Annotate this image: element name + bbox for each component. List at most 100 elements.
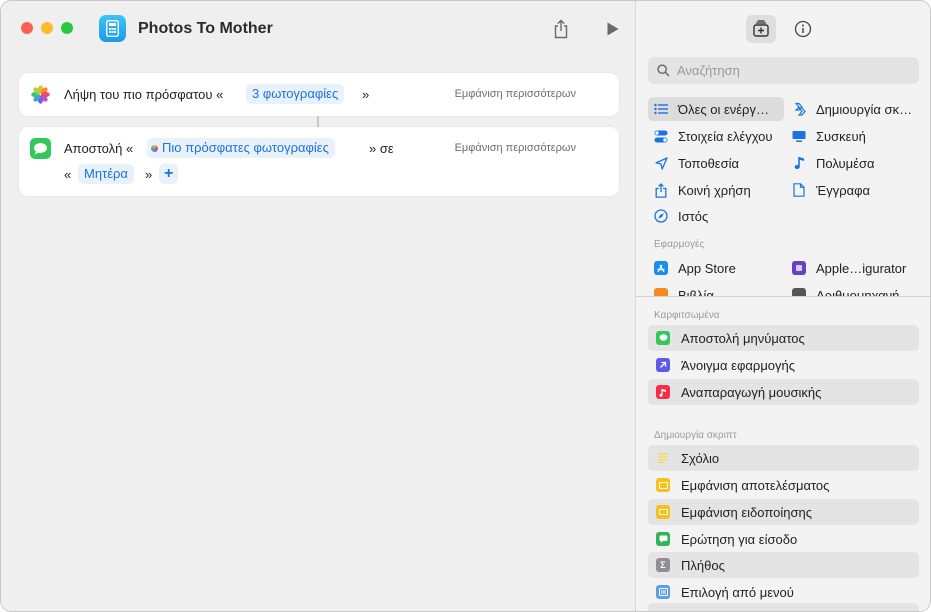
window-title: Photos To Mother bbox=[138, 20, 273, 37]
action-text: » bbox=[145, 167, 153, 182]
category-label: Έγγραφα bbox=[816, 182, 871, 198]
shortcut-icon[interactable] bbox=[99, 15, 126, 42]
music-note-icon bbox=[792, 156, 806, 170]
app-books[interactable]: Βιβλία bbox=[654, 283, 714, 296]
category-all-actions[interactable]: Όλες οι ενέργ… bbox=[648, 97, 784, 121]
tab-details[interactable] bbox=[788, 15, 818, 43]
photos-small-icon bbox=[151, 145, 158, 152]
recipient-token[interactable]: Μητέρα bbox=[78, 164, 134, 184]
action-text: » bbox=[362, 87, 370, 102]
action-text: Λήψη του πιο πρόσφατου « bbox=[64, 87, 224, 102]
add-recipient-button[interactable]: + bbox=[159, 164, 179, 184]
apps-overflow: Βιβλία Αριθμομηχανή bbox=[636, 283, 930, 296]
photo-count-token[interactable]: 3 φωτογραφίες bbox=[246, 84, 345, 104]
app-calculator[interactable]: Αριθμομηχανή bbox=[792, 283, 899, 296]
apps-section-header: Εφαρμογές bbox=[654, 239, 705, 250]
ask-input-icon bbox=[656, 532, 670, 546]
scripting-overflow bbox=[636, 601, 930, 611]
action-send-message[interactable]: Αποστολή « Πιο πρόσφατες φωτογραφίες » σ… bbox=[19, 127, 619, 196]
category-controls[interactable]: Στοιχεία ελέγχου bbox=[654, 124, 773, 148]
category-media[interactable]: Πολυμέσα bbox=[792, 151, 875, 175]
search-placeholder: Αναζήτηση bbox=[677, 63, 740, 78]
category-label: Συσκευή bbox=[816, 128, 866, 144]
app-app-store[interactable]: App Store bbox=[654, 256, 736, 280]
row-label: Αποστολή μηνύματος bbox=[681, 330, 805, 346]
close-button[interactable] bbox=[21, 22, 33, 34]
pinned-open-app[interactable]: Άνοιγμα εφαρμογής bbox=[648, 352, 919, 378]
action-get-latest-photos[interactable]: Λήψη του πιο πρόσφατου « 3 φωτογραφίες »… bbox=[19, 73, 619, 116]
category-web[interactable]: Ιστός bbox=[654, 204, 708, 228]
menu-icon bbox=[656, 585, 670, 599]
compass-icon bbox=[654, 209, 668, 223]
scripting-section-header: Δημιουργία σκριπτ bbox=[654, 430, 737, 441]
photos-icon bbox=[30, 84, 51, 105]
token-label: Πιο πρόσφατες φωτογραφίες bbox=[162, 140, 329, 155]
category-label: Στοιχεία ελέγχου bbox=[678, 128, 773, 144]
pinned-send-message[interactable]: Αποστολή μηνύματος bbox=[648, 325, 919, 351]
row-label: Επιλογή από μενού bbox=[681, 584, 794, 600]
show-more-link[interactable]: Εμφάνιση περισσότερων bbox=[455, 88, 576, 100]
tab-action-library[interactable] bbox=[746, 15, 776, 43]
app-apple-configurator[interactable]: Apple…igurator bbox=[792, 256, 906, 280]
run-button[interactable] bbox=[601, 16, 625, 42]
message-icon bbox=[656, 331, 670, 345]
category-scripting[interactable]: Δημιουργία σκ… bbox=[792, 97, 912, 121]
category-label: Δημιουργία σκ… bbox=[816, 101, 913, 117]
minimize-button[interactable] bbox=[41, 22, 53, 34]
category-label: Τοποθεσία bbox=[678, 155, 740, 171]
zoom-button[interactable] bbox=[61, 22, 73, 34]
category-label: Πολυμέσα bbox=[816, 155, 875, 171]
action-text: Αποστολή « bbox=[64, 141, 134, 156]
actions-sidebar: Αναζήτηση Όλες οι ενέργ… Δημιουργία σκ… … bbox=[635, 1, 930, 611]
comment-icon bbox=[656, 451, 670, 465]
alert-icon bbox=[656, 505, 670, 519]
editor-pane: Photos To Mother Λήψη του πιο πρόσφατου … bbox=[1, 1, 635, 611]
row-label: Σχόλιο bbox=[681, 450, 720, 466]
category-label: Ιστός bbox=[678, 208, 709, 224]
row-label: Ερώτηση για είσοδο bbox=[681, 531, 798, 547]
show-result-icon bbox=[656, 478, 670, 492]
share-icon bbox=[554, 19, 568, 39]
device-icon bbox=[792, 129, 806, 143]
info-icon bbox=[794, 20, 812, 38]
script-comment[interactable]: Σχόλιο bbox=[648, 445, 919, 471]
app-label: App Store bbox=[678, 260, 736, 276]
open-app-icon bbox=[656, 358, 670, 372]
row-label: Εμφάνιση ειδοποίησης bbox=[681, 504, 812, 520]
script-count[interactable]: Σ Πλήθος bbox=[648, 552, 919, 578]
pinned-section-header: Καρφιτσωμένα bbox=[654, 310, 720, 321]
action-text: » σε bbox=[369, 141, 394, 156]
script-ask-for-input[interactable]: Ερώτηση για είσοδο bbox=[648, 526, 919, 552]
share-button[interactable] bbox=[549, 16, 573, 42]
calculator-icon bbox=[792, 288, 806, 296]
scripting-icon bbox=[792, 102, 806, 116]
row-label: Αναπαραγωγή μουσικής bbox=[681, 384, 822, 400]
category-sharing[interactable]: Κοινή χρήση bbox=[654, 178, 751, 202]
app-label: Αριθμομηχανή bbox=[816, 287, 900, 297]
category-location[interactable]: Τοποθεσία bbox=[654, 151, 739, 175]
script-next-item[interactable] bbox=[648, 603, 919, 611]
category-device[interactable]: Συσκευή bbox=[792, 124, 866, 148]
music-icon bbox=[656, 385, 670, 399]
books-icon bbox=[654, 288, 668, 296]
library-add-icon bbox=[753, 20, 769, 37]
app-label: Βιβλία bbox=[678, 287, 714, 297]
row-label: Εμφάνιση αποτελέσματος bbox=[681, 477, 830, 493]
script-show-alert[interactable]: Εμφάνιση ειδοποίησης bbox=[648, 499, 919, 525]
configurator-icon bbox=[792, 261, 806, 275]
shortcuts-window: Photos To Mother Λήψη του πιο πρόσφατου … bbox=[0, 0, 931, 612]
app-store-icon bbox=[654, 261, 668, 275]
search-input[interactable]: Αναζήτηση bbox=[648, 57, 919, 84]
search-icon bbox=[657, 64, 670, 77]
document-icon bbox=[792, 183, 806, 197]
category-documents[interactable]: Έγγραφα bbox=[792, 178, 870, 202]
show-more-link[interactable]: Εμφάνιση περισσότερων bbox=[455, 142, 576, 154]
traffic-lights bbox=[21, 22, 73, 34]
category-label: Κοινή χρήση bbox=[678, 182, 751, 198]
play-icon bbox=[607, 22, 619, 36]
pinned-play-music[interactable]: Αναπαραγωγή μουσικής bbox=[648, 379, 919, 405]
recent-photos-token[interactable]: Πιο πρόσφατες φωτογραφίες bbox=[147, 138, 335, 158]
script-show-result[interactable]: Εμφάνιση αποτελέσματος bbox=[648, 472, 919, 498]
messages-icon bbox=[30, 138, 51, 159]
row-label: Άνοιγμα εφαρμογής bbox=[681, 357, 796, 373]
